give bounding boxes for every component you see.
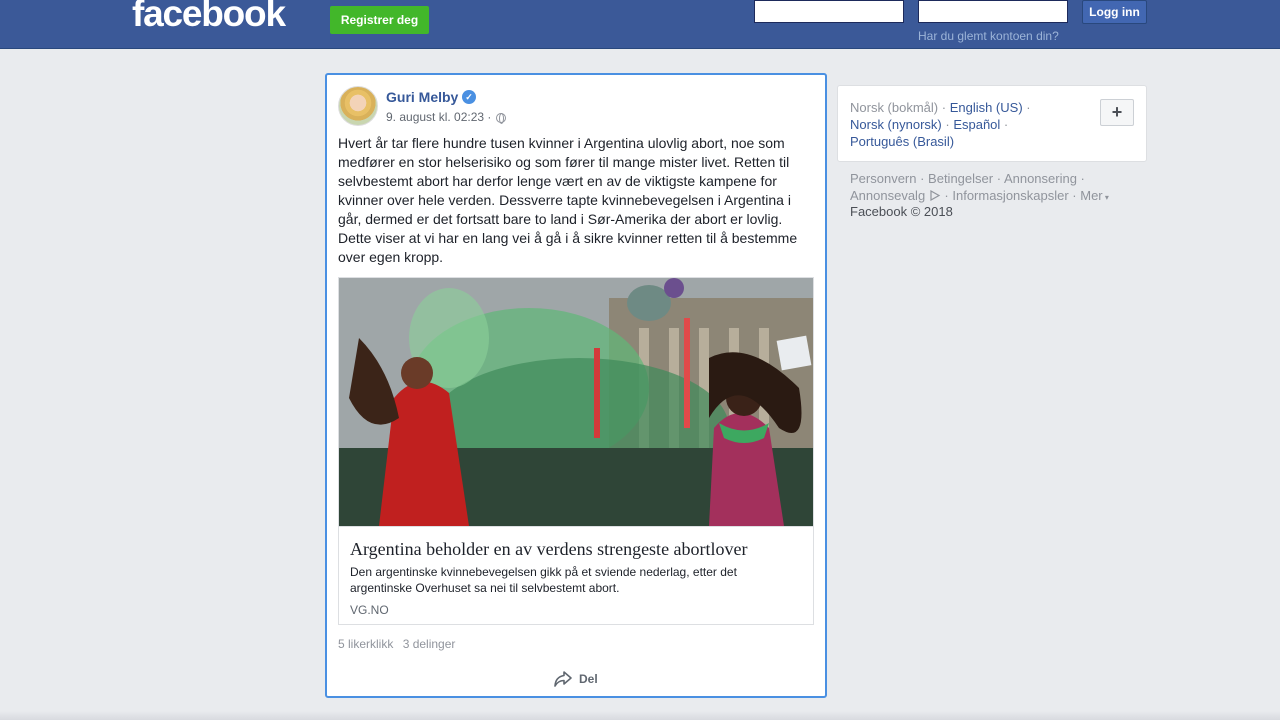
post-text: Hvert år tar flere hundre tusen kvinner … [338, 135, 798, 265]
footer-link[interactable]: Annonsering [1004, 171, 1077, 186]
post-stats: 5 likerklikk 3 delinger [338, 637, 461, 651]
globe-icon [496, 113, 506, 124]
share-button[interactable]: Del [553, 668, 598, 690]
post-author[interactable]: Guri Melby [386, 89, 458, 105]
shares-count[interactable]: 3 delinger [403, 637, 456, 651]
share-arrow-icon [554, 671, 572, 687]
language-option[interactable]: Português (Brasil) [850, 134, 954, 149]
avatar[interactable] [338, 86, 378, 126]
email-field[interactable] [754, 0, 904, 23]
link-preview-image[interactable] [339, 278, 813, 526]
login-button[interactable]: Logg inn [1082, 0, 1147, 24]
footer-link[interactable]: Annonsevalg [850, 188, 925, 203]
link-title[interactable]: Argentina beholder en av verdens strenge… [350, 539, 748, 560]
verified-badge-icon: ✓ [462, 90, 476, 104]
ad-choices-icon [930, 189, 941, 202]
footer-links: Personvern · Betingelser · Annonsering ·… [850, 171, 1109, 203]
language-box: Norsk (bokmål) · English (US) · Norsk (n… [837, 85, 1147, 162]
post-card: Guri Melby ✓ 9. august kl. 02:23 · Hvert… [325, 73, 827, 698]
language-option[interactable]: Norsk (nynorsk) [850, 117, 942, 132]
language-option[interactable]: Español [953, 117, 1000, 132]
caret-down-icon: ▾ [1102, 193, 1109, 202]
link-preview[interactable]: Argentina beholder en av verdens strenge… [338, 277, 814, 625]
link-preview-body[interactable]: Argentina beholder en av verdens strenge… [339, 526, 813, 624]
bottom-edge [0, 711, 1280, 720]
link-domain: VG.NO [350, 603, 389, 617]
link-description: Den argentinske kvinnebevegelsen gikk på… [350, 565, 737, 595]
copyright: Facebook © 2018 [850, 204, 953, 219]
forgot-account-link[interactable]: Har du glemt kontoen din? [918, 29, 1059, 43]
current-language: Norsk (bokmål) [850, 100, 939, 115]
add-language-button[interactable]: + [1100, 99, 1134, 126]
facebook-logo[interactable]: facebook [132, 0, 286, 36]
password-field[interactable] [918, 0, 1068, 23]
post-timestamp[interactable]: 9. august kl. 02:23 · [386, 110, 491, 124]
footer-link[interactable]: Mer [1080, 188, 1102, 203]
share-label: Del [579, 672, 598, 686]
language-list: Norsk (bokmål) · English (US) · Norsk (n… [850, 100, 1031, 149]
language-option[interactable]: English (US) [950, 100, 1023, 115]
register-button[interactable]: Registrer deg [330, 6, 429, 34]
footer-link[interactable]: Betingelser [928, 171, 993, 186]
top-bar: facebook Registrer deg Logg inn Har du g… [0, 0, 1280, 49]
footer-link[interactable]: Personvern [850, 171, 916, 186]
protest-photo [339, 278, 813, 526]
footer-link[interactable]: Informasjonskapsler [952, 188, 1068, 203]
likes-count[interactable]: 5 likerklikk [338, 637, 393, 651]
